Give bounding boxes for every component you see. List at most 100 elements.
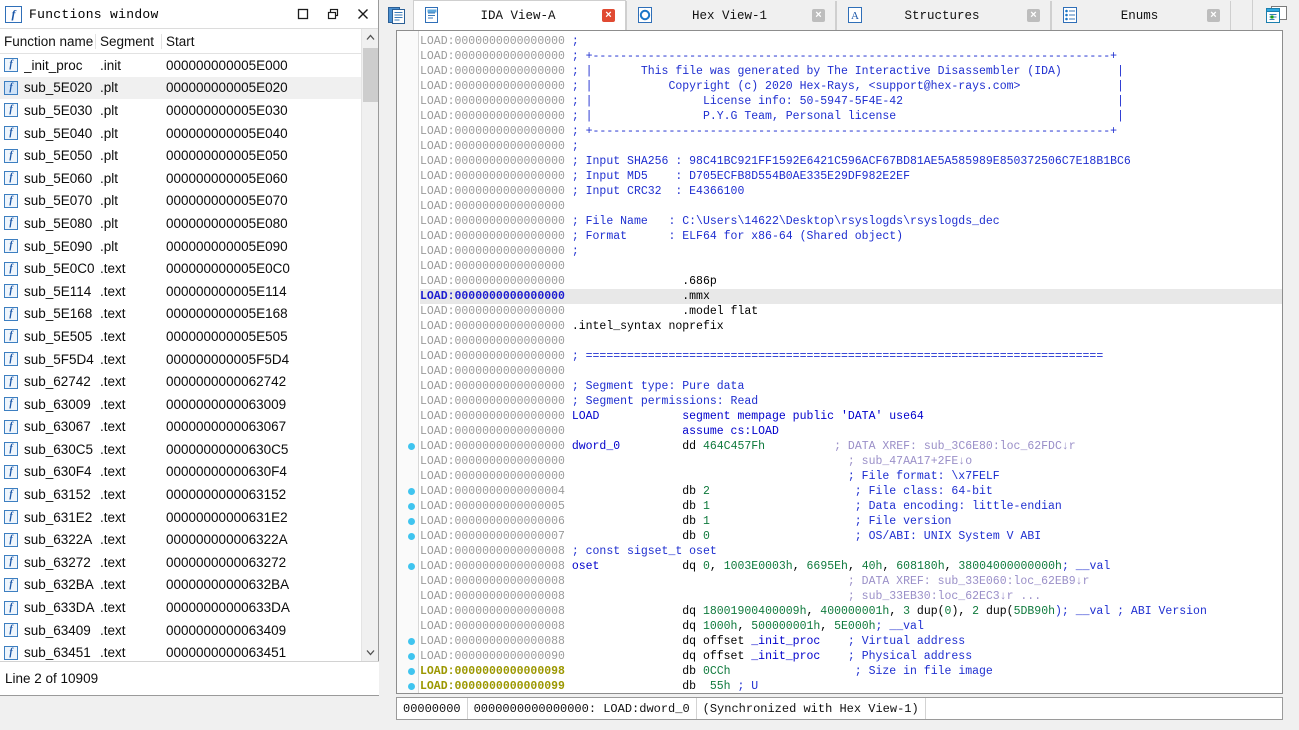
- table-row[interactable]: f sub_6322A .text 000000000006322A: [0, 528, 361, 551]
- breakpoint-marker-icon[interactable]: [408, 488, 415, 495]
- breakpoint-marker-icon[interactable]: [408, 518, 415, 525]
- disassembly-line[interactable]: LOAD:0000000000000099 db 55h ; U: [408, 679, 1282, 693]
- disassembly-line[interactable]: LOAD:0000000000000000 .intel_syntax nopr…: [420, 319, 1282, 334]
- table-row[interactable]: f sub_632BA .text 00000000000632BA: [0, 574, 361, 597]
- disassembly-line[interactable]: LOAD:0000000000000000 ; | This file was …: [420, 64, 1282, 79]
- disassembly-line[interactable]: LOAD:0000000000000000 dword_0 dd 464C457…: [408, 439, 1282, 454]
- disassembly-line[interactable]: LOAD:0000000000000000 ; Input MD5 : D705…: [420, 169, 1282, 184]
- breakpoint-marker-icon[interactable]: [408, 638, 415, 645]
- disassembly-line[interactable]: LOAD:0000000000000000 ; Format : ELF64 f…: [420, 229, 1282, 244]
- breakpoint-marker-icon[interactable]: [408, 683, 415, 690]
- breakpoint-marker-icon[interactable]: [408, 533, 415, 540]
- disassembly-line[interactable]: LOAD:0000000000000008 oset dq 0, 1003E00…: [408, 559, 1282, 574]
- tab-structures[interactable]: A Structures ×: [836, 1, 1051, 30]
- new-window-icon[interactable]: [1252, 0, 1299, 30]
- disassembly-line[interactable]: LOAD:0000000000000000 assume cs:LOAD: [420, 424, 1282, 439]
- table-row[interactable]: f sub_63152 .text 0000000000063152: [0, 483, 361, 506]
- close-icon[interactable]: ×: [1027, 9, 1040, 22]
- disassembly-line[interactable]: LOAD:0000000000000000 ;: [420, 34, 1282, 49]
- disassembly-line[interactable]: LOAD:0000000000000000 ; | P.Y.G Team, Pe…: [420, 109, 1282, 124]
- column-header-segment[interactable]: Segment: [96, 33, 162, 49]
- table-row[interactable]: f sub_5E020 .plt 000000000005E020: [0, 76, 361, 100]
- disassembly-line[interactable]: LOAD:0000000000000000 ; | License info: …: [420, 94, 1282, 109]
- table-row[interactable]: f sub_5E060 .plt 000000000005E060: [0, 167, 361, 190]
- table-row[interactable]: f _init_proc .init 000000000005E000: [0, 54, 361, 77]
- close-icon[interactable]: ×: [602, 9, 615, 22]
- tab-ida-view-a[interactable]: IDA View-A ×: [413, 0, 626, 30]
- table-row[interactable]: f sub_5E168 .text 000000000005E168: [0, 303, 361, 326]
- table-row[interactable]: f sub_63409 .text 0000000000063409: [0, 619, 361, 642]
- disassembly-line[interactable]: LOAD:0000000000000000: [420, 199, 1282, 214]
- table-row[interactable]: f sub_5E070 .plt 000000000005E070: [0, 190, 361, 213]
- functions-list-vertical-scrollbar[interactable]: [361, 29, 378, 661]
- table-row[interactable]: f sub_5E030 .plt 000000000005E030: [0, 99, 361, 122]
- disassembly-line[interactable]: LOAD:0000000000000000 ; File Name : C:\U…: [420, 214, 1282, 229]
- table-row[interactable]: f sub_5E050 .plt 000000000005E050: [0, 144, 361, 167]
- table-row[interactable]: f sub_5F5D4 .text 000000000005F5D4: [0, 348, 361, 371]
- column-header-start[interactable]: Start: [162, 34, 378, 49]
- disassembly-line[interactable]: LOAD:0000000000000000 ; sub_47AA17+2FE↓o: [420, 454, 1282, 469]
- table-row[interactable]: f sub_631E2 .text 00000000000631E2: [0, 506, 361, 529]
- close-icon[interactable]: ×: [1207, 9, 1220, 22]
- disassembly-line[interactable]: LOAD:0000000000000007 db 0 ; OS/ABI: UNI…: [408, 529, 1282, 544]
- disassembly-line[interactable]: LOAD:0000000000000098 db 0CCh ; Size in …: [408, 664, 1282, 679]
- disassembly-line[interactable]: LOAD:0000000000000000 ; Segment type: Pu…: [420, 379, 1282, 394]
- table-row[interactable]: f sub_5E090 .plt 000000000005E090: [0, 235, 361, 258]
- maximize-icon[interactable]: [288, 1, 318, 28]
- disassembly-line[interactable]: LOAD:0000000000000090 dq offset _init_pr…: [408, 649, 1282, 664]
- disassembly-line[interactable]: LOAD:0000000000000000 ; +---------------…: [420, 124, 1282, 139]
- scrollbar-thumb[interactable]: [363, 48, 378, 102]
- functions-list[interactable]: f _init_proc .init 000000000005E000 f sub_5E0…: [0, 54, 361, 661]
- breakpoint-marker-icon[interactable]: [408, 443, 415, 450]
- table-row[interactable]: f sub_63067 .text 0000000000063067: [0, 416, 361, 439]
- table-row[interactable]: f sub_5E114 .text 000000000005E114: [0, 280, 361, 303]
- table-row[interactable]: f sub_633DA .text 00000000000633DA: [0, 596, 361, 619]
- disassembly-view[interactable]: LOAD:0000000000000000 ; LOAD:00000000000…: [396, 30, 1283, 694]
- breakpoint-marker-icon[interactable]: [408, 503, 415, 510]
- disassembly-line[interactable]: LOAD:0000000000000008 ; sub_33EB30:loc_6…: [420, 589, 1282, 604]
- table-row[interactable]: f sub_5E080 .plt 000000000005E080: [0, 212, 361, 235]
- breakpoint-marker-icon[interactable]: [408, 563, 415, 570]
- disassembly-line[interactable]: LOAD:0000000000000088 dq offset _init_pr…: [408, 634, 1282, 649]
- disassembly-line[interactable]: LOAD:0000000000000000 LOAD segment mempa…: [420, 409, 1282, 424]
- table-row[interactable]: f sub_62742 .text 0000000000062742: [0, 370, 361, 393]
- disassembly-line[interactable]: LOAD:0000000000000005 db 1 ; Data encodi…: [408, 499, 1282, 514]
- tab-enums[interactable]: Enums ×: [1051, 1, 1231, 30]
- close-icon[interactable]: ×: [812, 9, 825, 22]
- disassembly-line[interactable]: LOAD:0000000000000004 db 2 ; File class:…: [408, 484, 1282, 499]
- disassembly-line[interactable]: LOAD:0000000000000008 ; DATA XREF: sub_3…: [420, 574, 1282, 589]
- disassembly-line[interactable]: LOAD:0000000000000008 dq 1000h, 50000000…: [420, 619, 1282, 634]
- breakpoint-marker-icon[interactable]: [408, 668, 415, 675]
- scroll-up-arrow-icon[interactable]: [362, 29, 379, 46]
- disassembly-line[interactable]: LOAD:0000000000000008 dq 18001900400009h…: [420, 604, 1282, 619]
- disassembly-line[interactable]: LOAD:0000000000000000 ;: [420, 244, 1282, 259]
- table-row[interactable]: f sub_63272 .text 0000000000063272: [0, 551, 361, 574]
- disassembly-line[interactable]: LOAD:0000000000000000 ; Segment permissi…: [420, 394, 1282, 409]
- disassembly-line[interactable]: LOAD:0000000000000000: [420, 334, 1282, 349]
- documents-icon[interactable]: [380, 0, 413, 30]
- disassembly-line[interactable]: LOAD:0000000000000000 ; Input SHA256 : 9…: [420, 154, 1282, 169]
- table-row[interactable]: f sub_630C5 .text 00000000000630C5: [0, 438, 361, 461]
- column-header-function-name[interactable]: Function name: [0, 33, 96, 49]
- disassembly-line[interactable]: LOAD:0000000000000000 .model flat: [420, 304, 1282, 319]
- table-row[interactable]: f sub_5E040 .plt 000000000005E040: [0, 122, 361, 145]
- disassembly-line[interactable]: LOAD:0000000000000000 ; | Copyright (c) …: [420, 79, 1282, 94]
- table-row[interactable]: f sub_5E505 .text 000000000005E505: [0, 325, 361, 348]
- disassembly-line[interactable]: LOAD:0000000000000000 ; ================…: [420, 349, 1282, 364]
- disassembly-line[interactable]: LOAD:0000000000000008 ; const sigset_t o…: [420, 544, 1282, 559]
- disassembly-line[interactable]: LOAD:0000000000000000 .mmx: [420, 289, 1282, 304]
- disassembly-line[interactable]: LOAD:0000000000000000: [420, 259, 1282, 274]
- disassembly-line[interactable]: LOAD:0000000000000000 .686p: [420, 274, 1282, 289]
- close-icon[interactable]: [348, 1, 378, 28]
- table-row[interactable]: f sub_5E0C0 .text 000000000005E0C0: [0, 257, 361, 280]
- breakpoint-marker-icon[interactable]: [408, 653, 415, 660]
- disassembly-line[interactable]: LOAD:0000000000000000 ;: [420, 139, 1282, 154]
- table-row[interactable]: f sub_63009 .text 0000000000063009: [0, 393, 361, 416]
- disassembly-line[interactable]: LOAD:0000000000000000: [420, 364, 1282, 379]
- disassembly-line[interactable]: LOAD:0000000000000006 db 1 ; File versio…: [408, 514, 1282, 529]
- table-row[interactable]: f sub_63451 .text 0000000000063451: [0, 641, 361, 661]
- scroll-down-arrow-icon[interactable]: [362, 644, 379, 661]
- restore-icon[interactable]: [318, 1, 348, 28]
- table-row[interactable]: f sub_630F4 .text 00000000000630F4: [0, 461, 361, 484]
- disassembly-line[interactable]: LOAD:0000000000000000 ; File format: \x7…: [420, 469, 1282, 484]
